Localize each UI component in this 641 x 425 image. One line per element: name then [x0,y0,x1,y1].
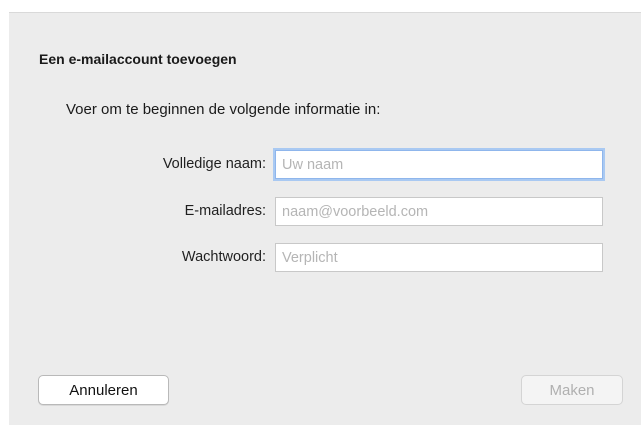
cancel-button[interactable]: Annuleren [38,375,169,405]
email-input[interactable] [275,197,603,226]
full-name-label: Volledige naam: [162,156,266,172]
create-button[interactable]: Maken [521,375,623,405]
add-mail-account-dialog: Een e-mailaccount toevoegen Voer om te b… [9,12,641,425]
dialog-subtitle: Voer om te beginnen de volgende informat… [66,101,381,118]
full-name-input[interactable] [275,150,603,179]
password-label: Wachtwoord: [181,249,266,265]
dialog-title: Een e-mailaccount toevoegen [39,51,237,67]
password-input[interactable] [275,243,603,272]
email-label: E-mailadres: [184,203,266,219]
